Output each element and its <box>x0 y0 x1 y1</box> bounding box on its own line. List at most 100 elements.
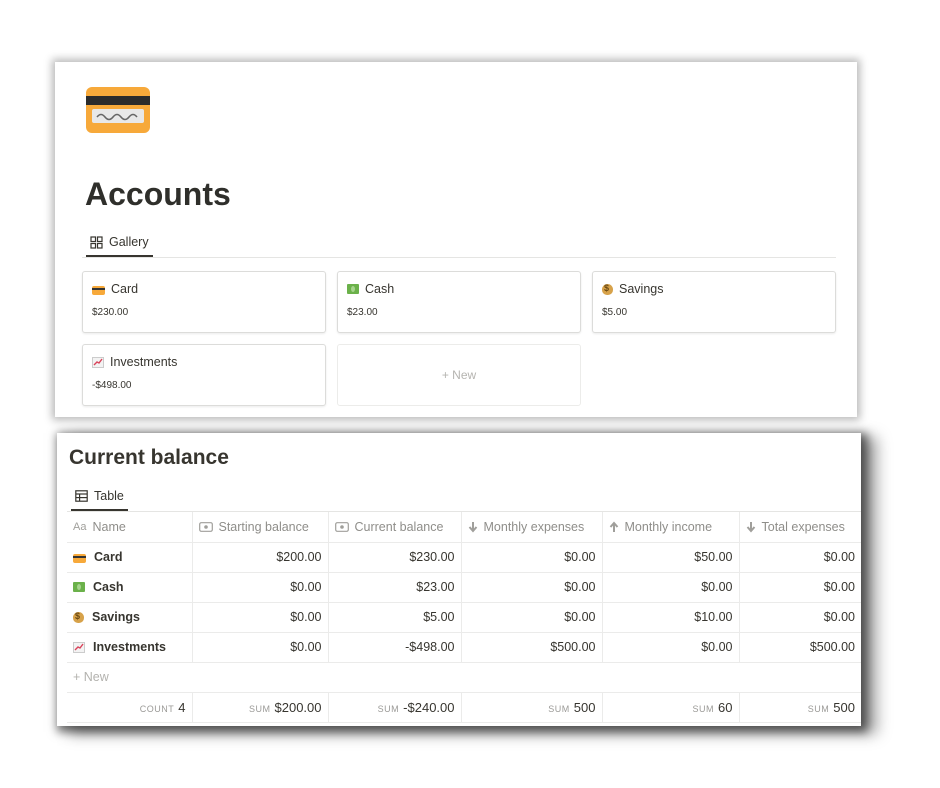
summary-value: 60 <box>718 699 733 715</box>
credit-card-emoji-icon <box>73 553 86 563</box>
cell-total-expenses[interactable]: $0.00 <box>738 542 861 573</box>
money-icon <box>334 521 349 532</box>
summary-value: 500 <box>833 699 855 715</box>
tab-gallery-label: Gallery <box>109 235 149 249</box>
tab-divider <box>82 257 836 258</box>
cell-name[interactable]: Card <box>67 542 192 573</box>
summary-monthly-expenses[interactable]: SUM 500 <box>460 692 602 723</box>
chart-increasing-emoji-icon <box>92 356 104 368</box>
summary-label: SUM <box>807 703 830 714</box>
credit-card-emoji-icon <box>92 285 105 295</box>
money-icon <box>198 521 213 532</box>
cell-monthly-expenses[interactable]: $0.00 <box>460 542 602 573</box>
summary-current[interactable]: SUM -$240.00 <box>327 692 461 723</box>
column-label: Name <box>92 519 126 534</box>
summary-row: COUNT 4 SUM $200.00 SUM -$240.00 SUM 500 SUM… <box>67 692 861 723</box>
gallery-card-savings[interactable]: Savings $5.00 <box>592 271 836 333</box>
column-label: Starting balance <box>218 519 309 534</box>
cell-total-expenses[interactable]: $500.00 <box>738 632 861 663</box>
card-value: $5.00 <box>602 307 628 318</box>
summary-monthly-income[interactable]: SUM 60 <box>601 692 739 723</box>
tab-table-label: Table <box>94 489 124 503</box>
credit-card-page-icon[interactable] <box>86 87 150 133</box>
summary-label: SUM <box>377 703 400 714</box>
column-header-name[interactable]: Aa Name <box>67 512 192 543</box>
card-value: $23.00 <box>347 307 378 318</box>
cell-starting-balance[interactable]: $200.00 <box>191 542 328 573</box>
table-row[interactable]: Investments $0.00 -$498.00 $500.00 $0.00… <box>67 632 861 663</box>
cell-monthly-income[interactable]: $50.00 <box>601 542 739 573</box>
balance-panel: Current balance Table Aa Name Starting ba… <box>57 433 861 726</box>
cell-current-balance[interactable]: $5.00 <box>327 602 461 633</box>
cell-name[interactable]: Cash <box>67 572 192 603</box>
banknote-emoji-icon <box>347 284 359 294</box>
summary-value: -$240.00 <box>403 699 455 715</box>
banknote-emoji-icon <box>73 582 85 592</box>
table-new-row[interactable]: + New <box>67 662 861 693</box>
column-header-starting-balance[interactable]: Starting balance <box>191 512 328 543</box>
gallery-icon <box>90 235 103 249</box>
tab-table[interactable]: Table <box>71 489 128 511</box>
cell-current-balance[interactable]: -$498.00 <box>327 632 461 663</box>
cell-current-balance[interactable]: $230.00 <box>327 542 461 573</box>
accounts-panel: Accounts Gallery Card $230.00 Cash $23.0… <box>55 62 857 417</box>
money-bag-emoji-icon <box>602 283 613 295</box>
card-title: Cash <box>365 282 395 296</box>
cell-name[interactable]: Investments <box>67 632 192 663</box>
summary-total-expenses[interactable]: SUM 500 <box>738 692 861 723</box>
gallery-card-investments[interactable]: Investments -$498.00 <box>82 344 326 406</box>
cell-monthly-expenses[interactable]: $0.00 <box>460 572 602 603</box>
summary-label: SUM <box>249 703 271 714</box>
summary-label: SUM <box>692 703 715 714</box>
cell-starting-balance[interactable]: $0.00 <box>191 632 328 663</box>
card-value: -$498.00 <box>92 380 132 391</box>
cell-monthly-income[interactable]: $0.00 <box>601 632 739 663</box>
cell-total-expenses[interactable]: $0.00 <box>738 602 861 633</box>
cell-total-expenses[interactable]: $0.00 <box>738 572 861 603</box>
summary-label: COUNT <box>139 703 175 714</box>
gallery-new-button[interactable]: + New <box>337 344 581 406</box>
gallery-card-card[interactable]: Card $230.00 <box>82 271 326 333</box>
cell-monthly-expenses[interactable]: $500.00 <box>460 632 602 663</box>
row-name: Card <box>94 550 123 564</box>
table-row[interactable]: Cash $0.00 $23.00 $0.00 $0.00 $0.00 <box>67 572 861 603</box>
cell-monthly-expenses[interactable]: $0.00 <box>460 602 602 633</box>
summary-starting[interactable]: SUM $200.00 <box>191 692 328 723</box>
card-title: Card <box>111 282 139 296</box>
cell-starting-balance[interactable]: $0.00 <box>191 572 328 603</box>
card-title: Savings <box>619 282 664 296</box>
column-header-total-expenses[interactable]: Total expenses <box>738 512 861 543</box>
column-header-monthly-income[interactable]: Monthly income <box>601 512 739 543</box>
page-title: Accounts <box>85 176 231 212</box>
column-header-monthly-expenses[interactable]: Monthly expenses <box>460 512 602 543</box>
tab-gallery[interactable]: Gallery <box>86 235 153 257</box>
card-title: Investments <box>110 355 178 369</box>
arrow-up-icon <box>609 521 618 532</box>
cell-monthly-income[interactable]: $0.00 <box>601 572 739 603</box>
summary-count[interactable]: COUNT 4 <box>67 692 192 723</box>
text-property-icon: Aa <box>73 520 87 533</box>
table-row[interactable]: Savings $0.00 $5.00 $0.00 $10.00 $0.00 <box>67 602 861 633</box>
column-label: Total expenses <box>761 519 845 534</box>
cell-name[interactable]: Savings <box>67 602 192 633</box>
summary-label: SUM <box>548 703 570 714</box>
summary-value: 4 <box>178 699 186 715</box>
section-title: Current balance <box>69 446 229 469</box>
arrow-down-icon <box>746 521 755 533</box>
new-label: + New <box>441 368 477 382</box>
cell-monthly-income[interactable]: $10.00 <box>601 602 739 633</box>
cell-starting-balance[interactable]: $0.00 <box>191 602 328 633</box>
cell-current-balance[interactable]: $23.00 <box>327 572 461 603</box>
row-name: Cash <box>93 580 124 594</box>
column-header-current-balance[interactable]: Current balance <box>327 512 461 543</box>
column-label: Current balance <box>354 519 444 534</box>
table-row[interactable]: Card $200.00 $230.00 $0.00 $50.00 $0.00 <box>67 542 861 573</box>
table-icon <box>75 490 88 502</box>
arrow-down-icon <box>468 521 477 533</box>
money-bag-emoji-icon <box>73 611 84 623</box>
chart-increasing-emoji-icon <box>73 641 85 653</box>
column-label: Monthly income <box>624 519 713 534</box>
new-row-button[interactable]: + New <box>67 662 861 693</box>
summary-value: $200.00 <box>274 699 322 715</box>
gallery-card-cash[interactable]: Cash $23.00 <box>337 271 581 333</box>
